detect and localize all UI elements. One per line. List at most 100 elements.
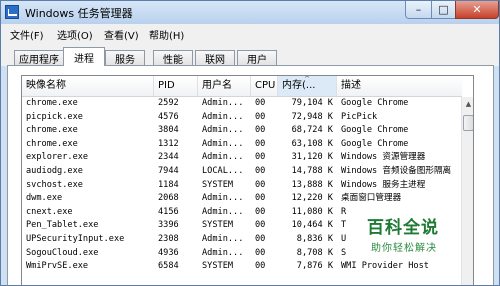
- cell-pid: 7944: [158, 166, 179, 176]
- cell-cpu: 00: [255, 166, 266, 176]
- cell-cpu: 00: [255, 261, 266, 272]
- cell-user: LOCAL...: [202, 166, 244, 176]
- cell-user: SYSTEM: [202, 179, 234, 190]
- table-row[interactable]: explorer.exe 2344 Admin... 00 31,120 K Window…: [22, 151, 462, 165]
- maximize-button[interactable]: □: [431, 1, 456, 19]
- cell-pid: 2344: [158, 152, 179, 163]
- table-row[interactable]: picpick.exe 4576 Admin... 00 72,948 K PicPick: [22, 111, 462, 125]
- watermark-subtitle: 助你轻松解决: [371, 243, 437, 254]
- scroll-thumb[interactable]: [463, 115, 473, 131]
- cell-pid: 1184: [158, 179, 179, 190]
- menu-file[interactable]: 文件(F): [10, 27, 44, 42]
- cell-user: Admin...: [202, 193, 244, 204]
- window-title: Windows 任务管理器: [25, 7, 133, 20]
- cell-user: SYSTEM: [202, 220, 234, 231]
- watermark-title: 百科全说: [367, 218, 439, 238]
- cell-user: Admin...: [202, 206, 244, 217]
- cell-user: Admin...: [202, 247, 244, 258]
- menu-view[interactable]: 查看(V): [104, 27, 139, 42]
- table-row[interactable]: svchost.exe 1184 SYSTEM 00 13,888 K Windows 服…: [22, 179, 462, 193]
- column-header-image-name[interactable]: 映像名称: [22, 76, 154, 96]
- cell-memory: 72,948 K: [291, 111, 333, 122]
- column-header-row: 映像名称 PID 用户名 CPU ^ 内存(... 描述: [22, 76, 462, 97]
- cell-memory: 13,888 K: [291, 179, 333, 190]
- cell-memory: 10,464 K: [291, 220, 333, 231]
- menu-options[interactable]: 选项(O): [57, 27, 93, 42]
- cell-memory: 12,220 K: [291, 193, 333, 204]
- cell-pid: 4576: [158, 111, 179, 122]
- cell-description: Windows 音频设备图形隔离: [341, 166, 452, 176]
- column-header-memory[interactable]: ^ 内存(...: [278, 76, 337, 96]
- cell-image-name: Pen_Tablet.exe: [26, 220, 99, 231]
- cell-description: Windows 服务主进程: [341, 179, 426, 190]
- menu-help[interactable]: 帮助(H): [149, 27, 184, 42]
- cell-memory: 11,080 K: [291, 206, 333, 217]
- cell-cpu: 00: [255, 247, 266, 258]
- cell-cpu: 00: [255, 138, 266, 149]
- cell-description: Google Chrome: [341, 125, 409, 136]
- table-row[interactable]: audiodg.exe 7944 LOCAL... 00 14,788 K Windows…: [22, 165, 462, 179]
- column-header-pid[interactable]: PID: [154, 76, 198, 96]
- cell-user: Admin...: [202, 98, 244, 108]
- cell-image-name: dwm.exe: [26, 193, 63, 204]
- cell-memory: 8,708 K: [296, 247, 333, 258]
- watermark-logo: 百科全说 助你轻松解决: [361, 211, 469, 259]
- cell-user: Admin...: [202, 152, 244, 163]
- column-header-description[interactable]: 描述: [337, 76, 462, 96]
- cell-cpu: 00: [255, 234, 266, 244]
- close-button[interactable]: ✕: [455, 1, 499, 19]
- cell-pid: 4936: [158, 247, 179, 258]
- cell-image-name: UPSecurityInput.exe: [26, 234, 125, 244]
- cell-cpu: 00: [255, 206, 266, 217]
- table-row[interactable]: WmiPrvSE.exe 6584 SYSTEM 00 7,876 K WMI Provi…: [22, 260, 462, 274]
- column-header-cpu[interactable]: CPU: [251, 76, 278, 96]
- cell-description: PicPick: [341, 111, 378, 122]
- cell-image-name: audiodg.exe: [26, 166, 83, 176]
- cell-memory: 31,120 K: [291, 152, 333, 163]
- cell-image-name: chrome.exe: [26, 125, 78, 136]
- scroll-up-arrow-icon[interactable]: ▲: [462, 97, 473, 111]
- cell-memory: 79,104 K: [291, 98, 333, 108]
- column-header-memory-label: 内存(...: [282, 80, 316, 91]
- cell-cpu: 00: [255, 193, 266, 204]
- cell-cpu: 00: [255, 179, 266, 190]
- cell-memory: 14,788 K: [291, 166, 333, 176]
- cell-cpu: 00: [255, 125, 266, 136]
- cell-cpu: 00: [255, 152, 266, 163]
- cell-pid: 2592: [158, 98, 179, 108]
- tab-users[interactable]: 用户: [237, 50, 277, 66]
- cell-user: SYSTEM: [202, 261, 234, 272]
- menu-bar: 文件(F) 选项(O) 查看(V) 帮助(H): [1, 24, 499, 43]
- cell-image-name: chrome.exe: [26, 98, 78, 108]
- cell-image-name: cnext.exe: [26, 206, 73, 217]
- cell-user: Admin...: [202, 138, 244, 149]
- cell-memory: 7,876 K: [296, 261, 333, 272]
- table-row[interactable]: dwm.exe 2068 Admin... 00 12,220 K 桌面窗口管理器: [22, 192, 462, 206]
- cell-user: Admin...: [202, 234, 244, 244]
- cell-description: 桌面窗口管理器: [341, 193, 402, 204]
- tab-networking[interactable]: 联网: [195, 50, 235, 66]
- cell-cpu: 00: [255, 98, 266, 108]
- cell-pid: 6584: [158, 261, 179, 272]
- tab-processes[interactable]: 进程: [63, 47, 105, 66]
- cell-pid: 2068: [158, 193, 179, 204]
- cell-pid: 4156: [158, 206, 179, 217]
- title-bar[interactable]: Windows 任务管理器 – □ ✕: [1, 1, 499, 24]
- table-row[interactable]: chrome.exe 3804 Admin... 00 68,724 K Google C…: [22, 124, 462, 138]
- cell-memory: 63,108 K: [291, 138, 333, 149]
- tab-applications[interactable]: 应用程序: [14, 50, 64, 66]
- table-row[interactable]: chrome.exe 1312 Admin... 00 63,108 K Google C…: [22, 138, 462, 152]
- table-row[interactable]: chrome.exe 2592 Admin... 00 79,104 K Google C…: [22, 97, 462, 111]
- column-header-user[interactable]: 用户名: [198, 76, 251, 96]
- tab-performance[interactable]: 性能: [153, 50, 193, 66]
- minimize-button[interactable]: –: [405, 1, 432, 19]
- cell-image-name: chrome.exe: [26, 138, 78, 149]
- sort-indicator-icon: ^: [304, 76, 310, 83]
- cell-pid: 2308: [158, 234, 179, 244]
- cell-memory: 68,724 K: [291, 125, 333, 136]
- cell-user: Admin...: [202, 125, 244, 136]
- cell-description: WMI Provider Host: [341, 261, 429, 272]
- cell-description: Windows 资源管理器: [341, 152, 426, 163]
- tab-services[interactable]: 服务: [105, 50, 145, 66]
- task-manager-window: Windows 任务管理器 – □ ✕ 文件(F) 选项(O) 查看(V) 帮助…: [0, 0, 500, 286]
